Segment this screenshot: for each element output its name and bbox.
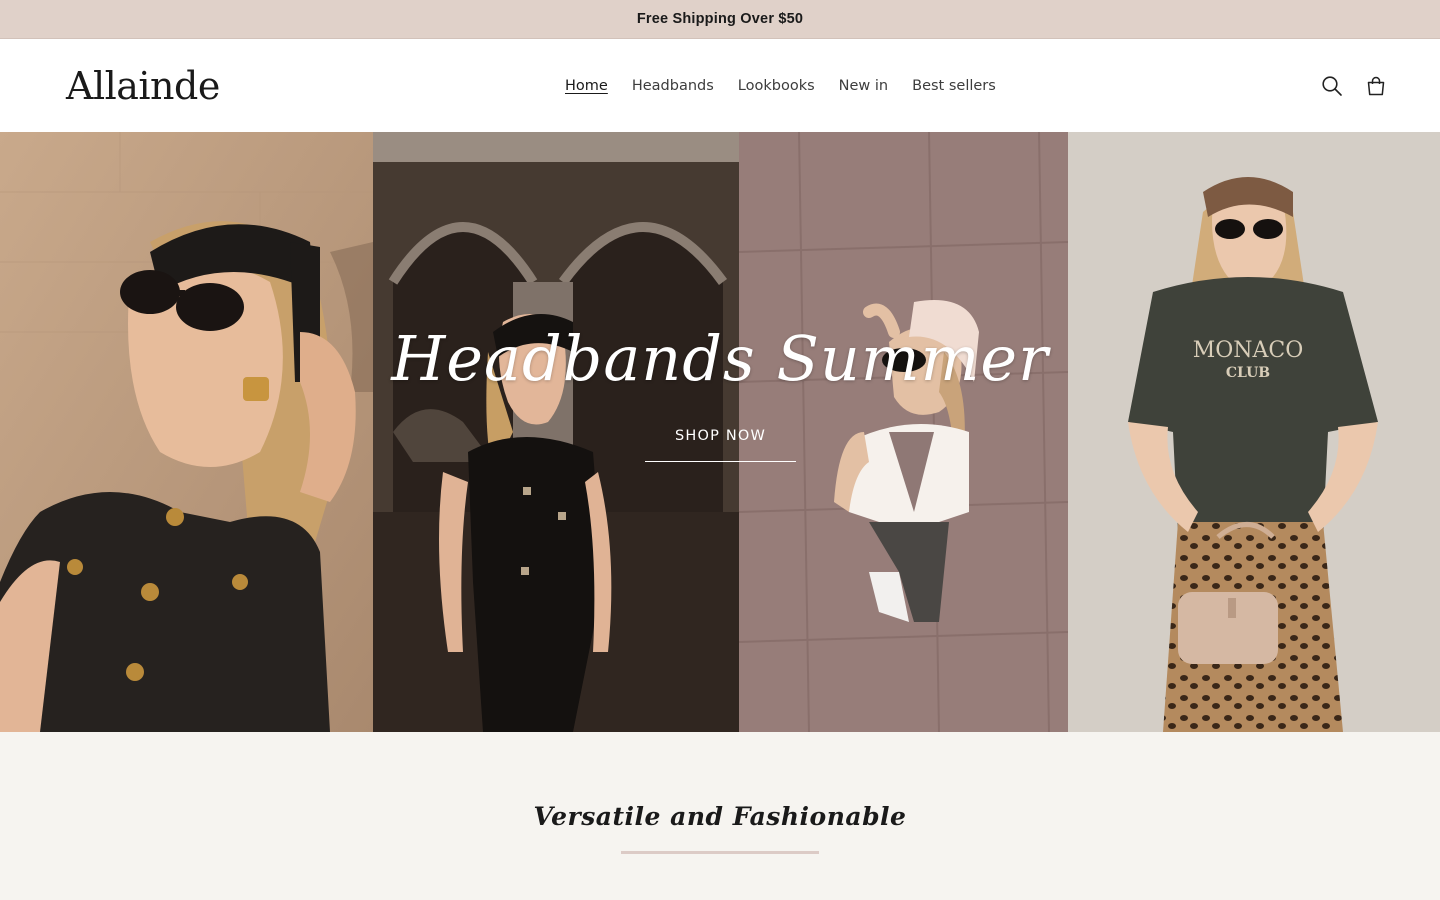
search-icon[interactable] (1320, 74, 1344, 98)
section-title: Versatile and Fashionable (533, 802, 907, 831)
nav-home[interactable]: Home (553, 76, 620, 96)
hero-image-1 (0, 132, 373, 732)
hero-banner: MONACO CLUB Headbands Summer SHOP NOW (0, 132, 1440, 732)
announcement-text: Free Shipping Over $50 (636, 11, 804, 27)
nav-headbands[interactable]: Headbands (620, 76, 726, 96)
nav-new-in[interactable]: New in (827, 76, 900, 96)
hero-image-4: MONACO CLUB (1068, 132, 1440, 732)
site-header: Allainde Home Headbands Lookbooks New in… (0, 39, 1440, 132)
announcement-bar: Free Shipping Over $50 (0, 0, 1440, 39)
nav-lookbooks[interactable]: Lookbooks (726, 76, 827, 96)
nav-best-sellers[interactable]: Best sellers (900, 76, 1008, 96)
header-icons (1320, 39, 1388, 132)
shop-now-button[interactable]: SHOP NOW (645, 428, 796, 462)
cart-icon[interactable] (1364, 74, 1388, 98)
feature-section: Versatile and Fashionable (0, 732, 1440, 900)
logo[interactable]: Allainde (66, 64, 366, 108)
hero-title: Headbands Summer (391, 322, 1049, 395)
section-divider (621, 851, 819, 854)
main-nav: Home Headbands Lookbooks New in Best sel… (553, 39, 1008, 132)
